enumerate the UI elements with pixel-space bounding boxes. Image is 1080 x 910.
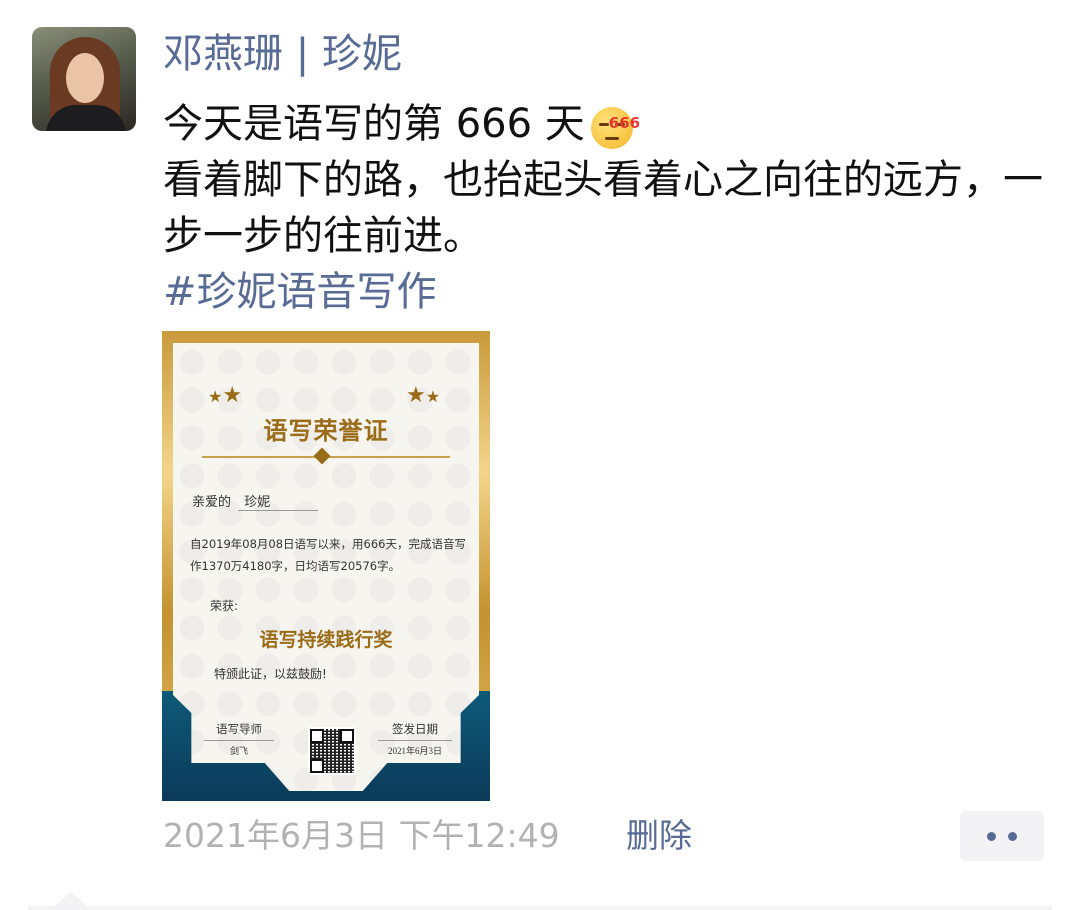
mentor-block: 语写导师 剑飞 (204, 721, 274, 757)
dear-line: 亲爱的 珍妮 (192, 491, 319, 511)
qr-code-icon (308, 727, 356, 775)
encourage-text: 特颁此证，以兹鼓励! (214, 667, 327, 681)
honor-label: 荣获: (210, 599, 239, 613)
post-content: 今天是语写的第 666 天 666 看着脚下的路，也抬起头看着心之向往的远方，一… (163, 96, 1043, 320)
post-timestamp: 2021年6月3日 下午12:49 (163, 816, 560, 855)
stars-left-icon: ★★ (208, 383, 243, 408)
dear-label: 亲爱的 (192, 494, 232, 509)
more-dots-icon[interactable] (960, 811, 1044, 861)
hashtag-link[interactable]: #珍妮语音写作 (163, 264, 1043, 320)
mentor-label: 语写导师 (216, 722, 262, 736)
post-text-line1: 今天是语写的第 666 天 (163, 101, 585, 147)
certificate-title: 语写荣誉证 (263, 419, 389, 445)
avatar-face (66, 53, 104, 103)
date-value: 2021年6月3日 (387, 746, 442, 756)
delete-button[interactable]: 删除 (626, 812, 692, 860)
user-name[interactable]: 邓燕珊 | 珍妮 (163, 30, 402, 78)
mentor-name: 剑飞 (229, 746, 248, 756)
stars-right-icon: ★★ (406, 383, 441, 408)
recipient-name: 珍妮 (238, 491, 319, 511)
comment-arrow (55, 892, 87, 906)
certificate-body: 自2019年08月08日语写以来，用666天，完成语音写作1370万4180字，… (190, 537, 466, 573)
comment-area-bar (28, 906, 1052, 910)
emoji-badge: 666 (608, 114, 641, 132)
avatar[interactable] (32, 27, 136, 131)
date-label: 签发日期 (392, 722, 438, 736)
date-block: 签发日期 2021年6月3日 (378, 721, 452, 757)
post-line-1: 今天是语写的第 666 天 666 (163, 96, 1043, 152)
award-name: 语写持续践行奖 (259, 630, 393, 651)
certificate-image[interactable]: ★★ ★★ 语写荣誉证 亲爱的 珍妮 自2019年08月08日语写以来，用666… (162, 331, 490, 801)
post-text-line2: 看着脚下的路，也抬起头看着心之向往的远方，一步一步的往前进。 (163, 157, 1043, 259)
smirk-666-emoji-icon: 666 (590, 99, 641, 149)
